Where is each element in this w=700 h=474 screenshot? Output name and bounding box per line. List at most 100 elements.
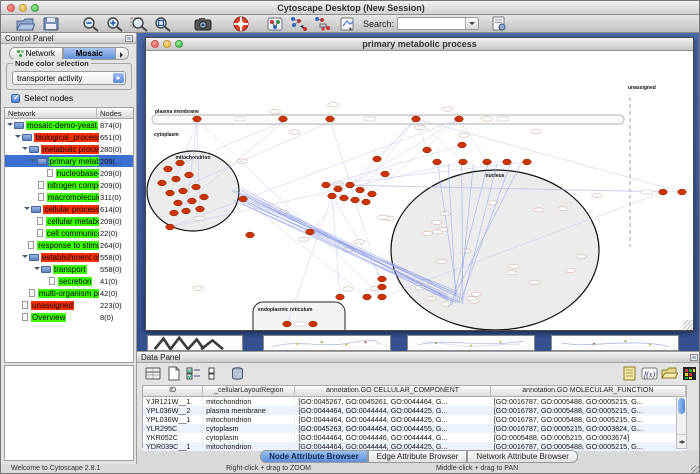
column-header[interactable]: annotation.GO CELLULAR_COMPONENT	[295, 386, 490, 396]
app-resize-grip[interactable]	[691, 465, 700, 474]
tree-item-primary-metabol[interactable]: primary metabol209(...	[5, 155, 133, 167]
float-panel-icon[interactable]	[690, 354, 698, 361]
table-row[interactable]: YLR295Ccytoplasm[GO:0045263, GO:0044464,…	[143, 424, 686, 433]
table-cell[interactable]: YLR295C	[143, 424, 203, 433]
network-overview-button[interactable]	[265, 16, 285, 32]
disclosure-triangle-icon[interactable]	[22, 255, 28, 261]
disclosure-triangle-icon[interactable]	[22, 147, 28, 153]
tree-item-secretion[interactable]: secretion41(0)	[5, 275, 133, 287]
table-row[interactable]: YPL036W__1mitochondrion[GO:0044464, GO:0…	[143, 415, 686, 424]
table-cell[interactable]: [GO:0044464, GO:0044444, GO:0044425, G..…	[295, 415, 490, 424]
attribute-editor-button[interactable]	[145, 366, 162, 381]
table-cell[interactable]: [GO:0016787, GO:0005488, GO:0005215, G..…	[490, 396, 685, 406]
zoom-selected-button[interactable]	[129, 16, 149, 32]
table-cell[interactable]: mitochondrion	[203, 396, 295, 406]
disclosure-triangle-icon[interactable]	[30, 159, 36, 165]
network-view-window[interactable]: primary metabolic process plasma membran…	[145, 37, 694, 331]
help-button[interactable]	[231, 16, 251, 32]
disclosure-triangle-icon[interactable]	[34, 267, 40, 273]
annotations-button[interactable]	[337, 16, 357, 32]
search-input[interactable]	[399, 18, 463, 29]
window-resize-grip[interactable]	[683, 320, 693, 330]
merge-networks-button[interactable]	[289, 16, 309, 32]
import-attributes-button[interactable]	[621, 366, 638, 381]
table-cell[interactable]: [GO:0016787, GO:0005215, GO:0003824, G..…	[490, 424, 685, 433]
minimized-window-thumbnail[interactable]	[407, 335, 535, 351]
union-networks-button[interactable]	[313, 16, 333, 32]
tree-item-nucleobase[interactable]: nucleobase-209(0)	[5, 167, 133, 179]
tree-item-response-to-stimulu[interactable]: response to stimulu264(0)	[5, 239, 133, 251]
tab-edge-attribute-browser[interactable]: Edge Attribute Browser	[368, 450, 468, 463]
tree-item-cellular-process[interactable]: cellular process614(0)	[5, 203, 133, 215]
network-window-titlebar[interactable]: primary metabolic process	[146, 38, 693, 51]
table-cell[interactable]: cytoplasm	[203, 433, 295, 442]
disclosure-triangle-icon[interactable]	[15, 135, 21, 141]
tree-item-cell-communicat[interactable]: cell communicat22(0)	[5, 227, 133, 239]
tree-item-cellular-metabol[interactable]: cellular metabol209(0)	[5, 215, 133, 227]
zoom-in-button[interactable]	[105, 16, 125, 32]
select-nodes-checkbox[interactable]	[11, 94, 20, 103]
table-cell[interactable]: [GO:0045267, GO:0045261, GO:0044464, G..…	[295, 396, 490, 406]
search-options-button[interactable]	[489, 16, 509, 32]
node-color-dropdown[interactable]: transporter activity	[12, 71, 126, 85]
minimized-window-thumbnail[interactable]	[551, 335, 679, 351]
disclosure-triangle-icon[interactable]	[24, 207, 30, 213]
save-session-button[interactable]	[41, 16, 61, 32]
tab-network-attribute-browser[interactable]: Network Attribute Browser	[467, 450, 577, 463]
table-cell[interactable]: YKR052C	[143, 433, 203, 442]
table-cell[interactable]: [GO:0016787, GO:0005488, GO:0005215, G..…	[490, 415, 685, 424]
tree-item-multi-organism-pro[interactable]: multi-organism pro42(0)	[5, 287, 133, 299]
tree-item-biological-process[interactable]: biological_process651(0)	[5, 131, 133, 143]
search-dropdown-arrow-icon[interactable]	[465, 18, 478, 29]
matrix-view-button[interactable]	[681, 366, 698, 381]
table-row[interactable]: YJR121W__1mitochondrion[GO:0045267, GO:0…	[143, 396, 686, 406]
birds-eye-view[interactable]	[4, 365, 134, 461]
search-combobox[interactable]	[397, 17, 479, 30]
tree-item-nitrogen-compo[interactable]: nitrogen compo209(0)	[5, 179, 133, 191]
table-cell[interactable]: plasma membrane	[203, 406, 295, 415]
scrollbar-thumb[interactable]	[678, 398, 685, 414]
tab-node-attribute-browser[interactable]: Node Attribute Browser	[260, 450, 368, 463]
table-cell[interactable]: YPL036W__2	[143, 406, 203, 415]
network-tree-header[interactable]: Network Nodes	[5, 108, 133, 119]
float-panel-icon[interactable]	[125, 35, 133, 42]
scrollbar-arrows[interactable]	[677, 434, 686, 448]
select-attributes-button[interactable]	[185, 366, 202, 381]
table-cell[interactable]: [GO:0044464, GO:0044446, GO:0044444, G..…	[295, 433, 490, 442]
table-cell[interactable]: cytoplasm	[203, 424, 295, 433]
table-cell[interactable]: mitochondrion	[203, 415, 295, 424]
more-tabs-button[interactable]	[116, 47, 129, 60]
attribute-table[interactable]: ID_cellularLayoutRegionannotation.GO CEL…	[143, 386, 686, 451]
column-nodes[interactable]: Nodes	[97, 108, 133, 118]
tree-item-macromolecule[interactable]: macromolecule311(0)	[5, 191, 133, 203]
new-attribute-button[interactable]	[165, 366, 182, 381]
column-header[interactable]: ID	[143, 386, 203, 396]
unselect-attributes-button[interactable]	[205, 366, 222, 381]
formula-builder-button[interactable]: f(x)	[641, 366, 658, 381]
table-scrollbar[interactable]	[676, 396, 687, 449]
select-nodes-option[interactable]: Select nodes	[11, 93, 73, 103]
network-canvas[interactable]: plasma membranecytoplasmmitochondrionnuc…	[146, 51, 693, 330]
tree-item-establishment-of-lo[interactable]: establishment of lo558(0)	[5, 251, 133, 263]
export-image-button[interactable]	[193, 16, 213, 32]
tree-item-overview[interactable]: Overview8(0)	[5, 311, 133, 323]
tree-item-metabolic-process[interactable]: metabolic process280(0)	[5, 143, 133, 155]
column-network[interactable]: Network	[5, 108, 97, 118]
table-cell[interactable]: [GO:0016787, GO:0005488, GO:0005215, G..…	[490, 406, 685, 415]
table-cell[interactable]: [GO:0044464, GO:0044444, GO:0044425, G..…	[295, 406, 490, 415]
disclosure-triangle-icon[interactable]	[7, 123, 13, 129]
table-cell[interactable]: YJR121W__1	[143, 396, 203, 406]
table-cell[interactable]: YPL036W__1	[143, 415, 203, 424]
minimized-window-thumbnail[interactable]	[263, 335, 391, 351]
open-attribute-file-button[interactable]	[661, 366, 678, 381]
open-file-button[interactable]	[15, 16, 35, 32]
tree-item-unassigned[interactable]: unassigned223(0)	[5, 299, 133, 311]
zoom-fit-button[interactable]	[153, 16, 173, 32]
tree-item-mosaic-demo-yeast[interactable]: mosaic-demo-yeast874(0)	[5, 119, 133, 131]
table-cell[interactable]: [GO:0045263, GO:0044464, GO:0044455, G..…	[295, 424, 490, 433]
tree-item-transport[interactable]: transport558(0)	[5, 263, 133, 275]
column-header[interactable]: annotation.GO MOLECULAR_FUNCTION	[490, 386, 685, 396]
table-row[interactable]: YPL036W__2plasma membrane[GO:0044464, GO…	[143, 406, 686, 415]
table-row[interactable]: YKR052Ccytoplasm[GO:0044464, GO:0044446,…	[143, 433, 686, 442]
table-cell[interactable]: [GO:0005488, GO:0005215, GO:0003674]	[490, 433, 685, 442]
